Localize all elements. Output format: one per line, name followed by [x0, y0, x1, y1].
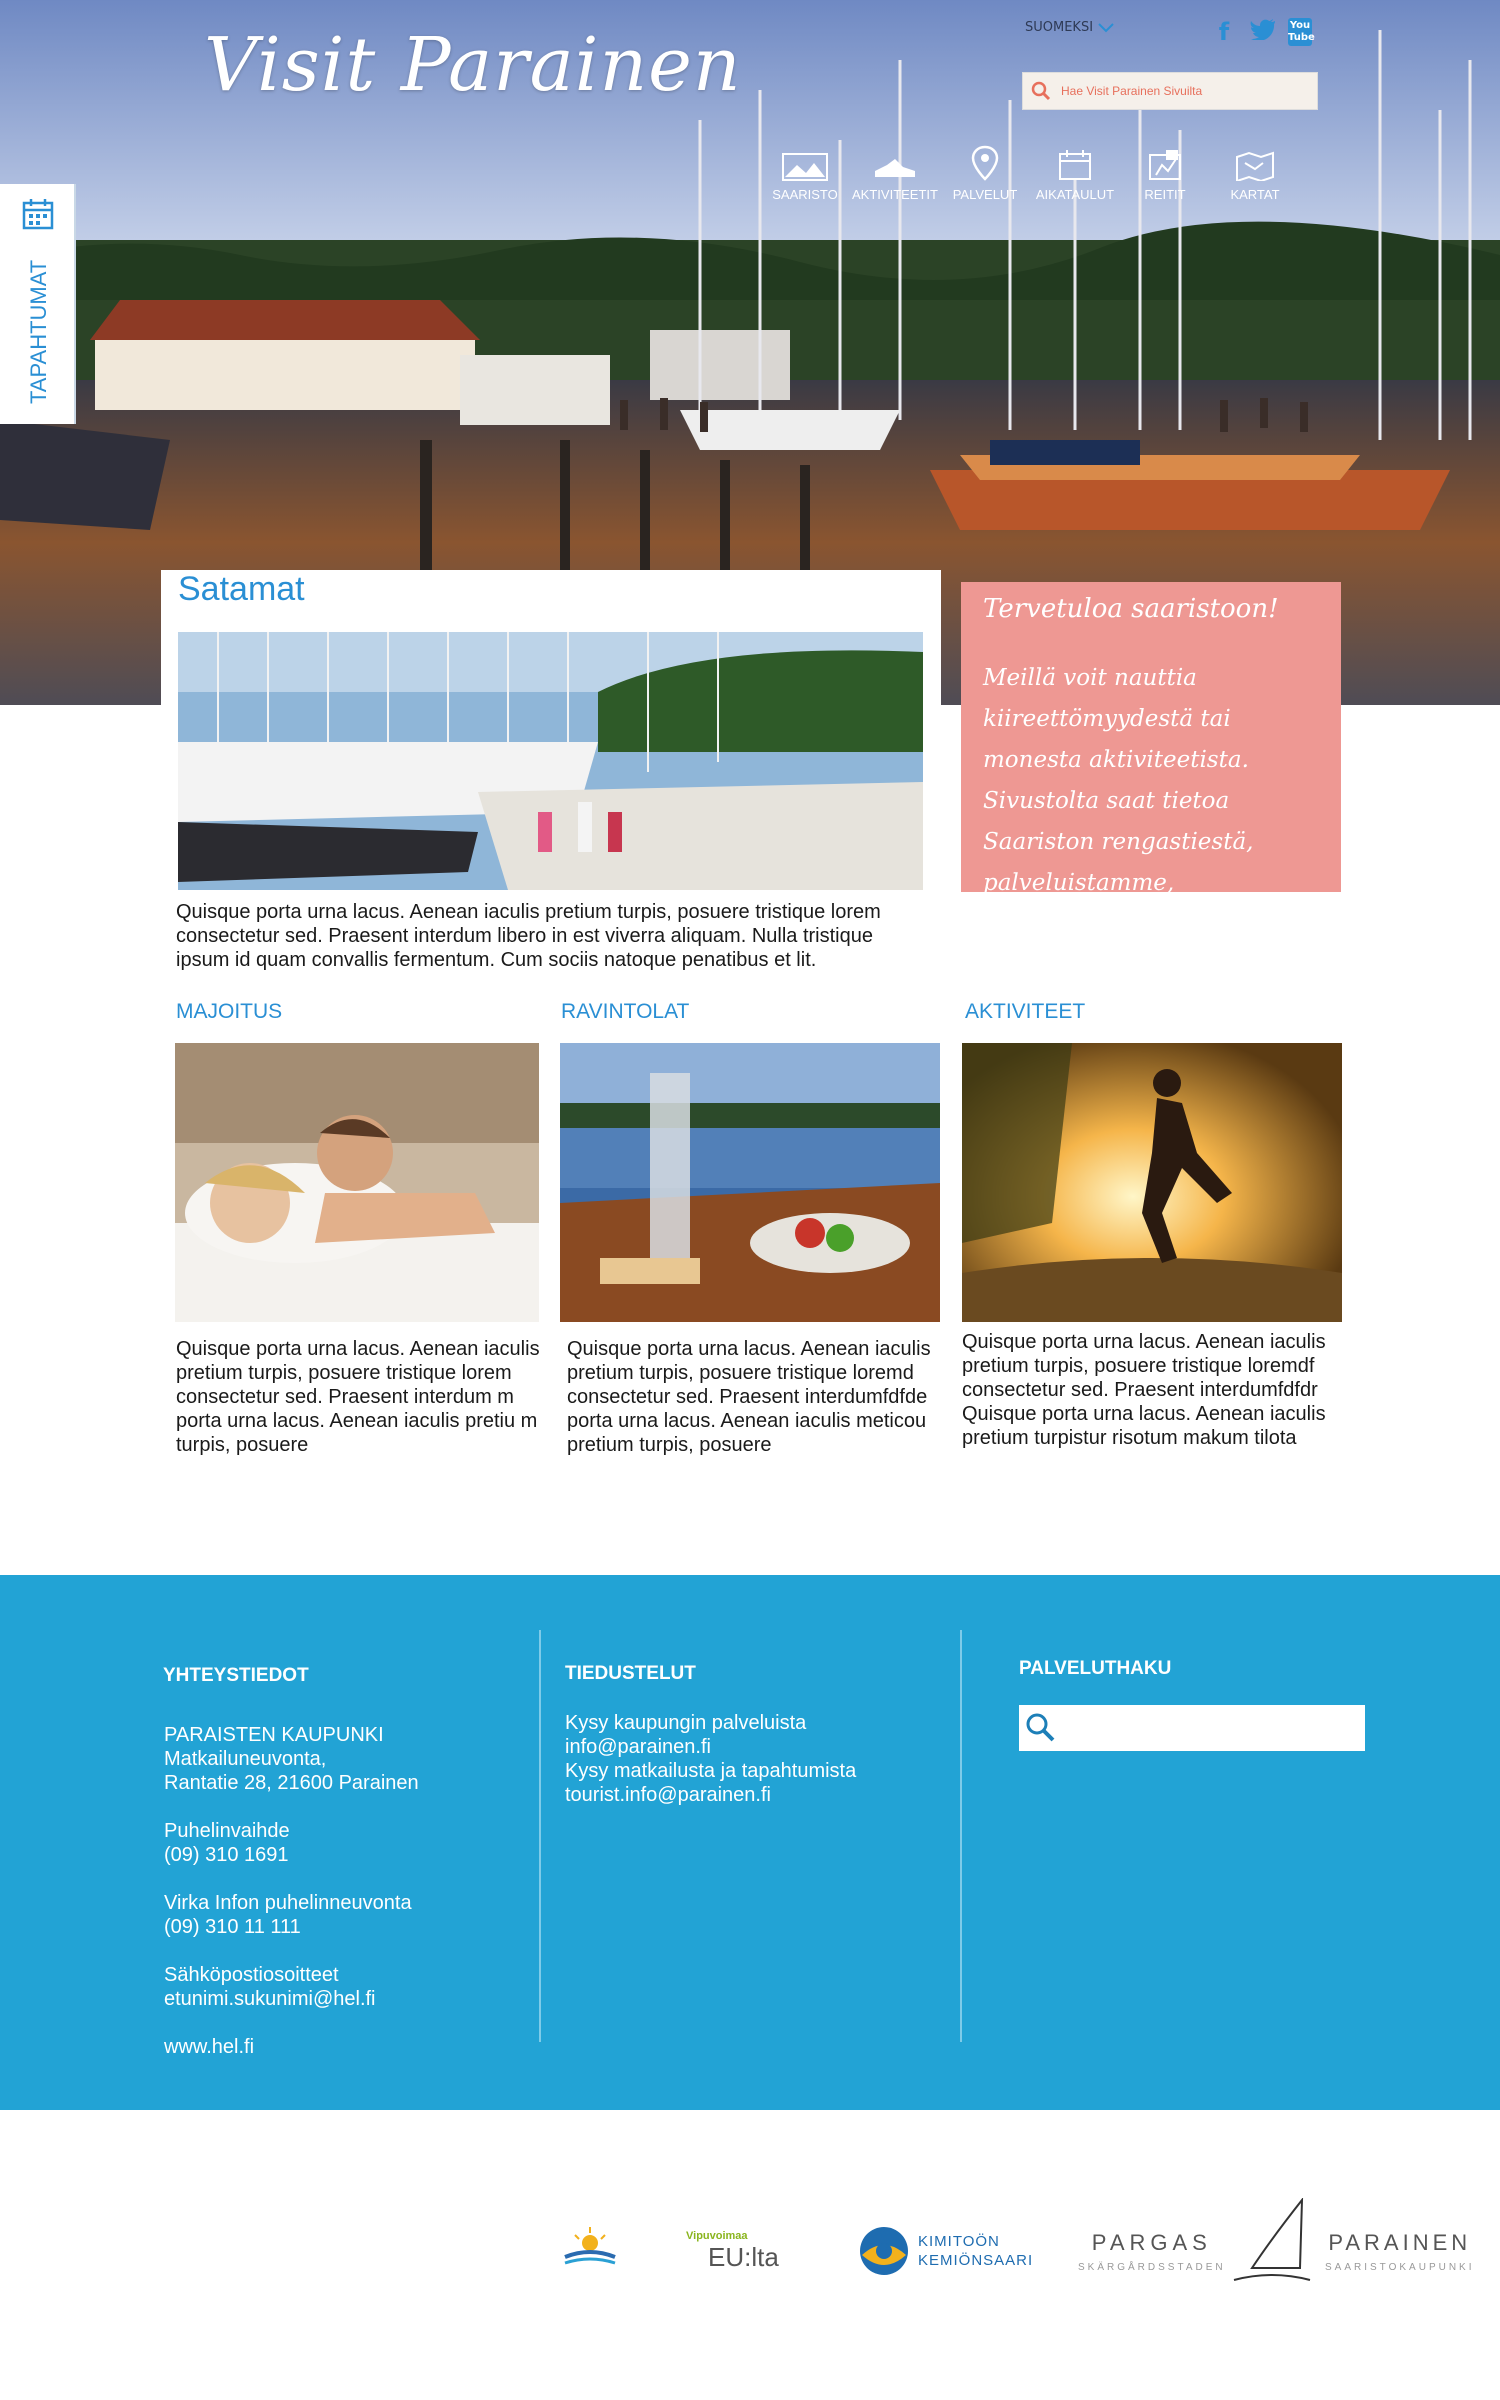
eu-logo-top: Vipuvoimaa: [686, 2230, 748, 2242]
partner-logos: Vipuvoimaa EU:lta KIMITOÖN KEMIÖNSAARI P…: [0, 2110, 1500, 2400]
pargas-logo[interactable]: PARGAS SKÄRGÅRDSSTADEN: [1078, 2230, 1226, 2273]
social-links: f You Tube: [1212, 18, 1315, 46]
events-tab-label: TAPAHTUMAT: [26, 259, 51, 404]
section-link-ravintolat[interactable]: RAVINTOLAT: [561, 1000, 689, 1024]
calendar-icon: [22, 199, 54, 230]
events-side-tab[interactable]: TAPAHTUMAT: [0, 184, 76, 424]
pargas-line-2: SKÄRGÅRDSSTADEN: [1078, 2262, 1226, 2273]
nav-item-saaristo[interactable]: SAARISTO: [760, 145, 850, 202]
welcome-box: Tervetuloa saaristoon! Meillä voit nautt…: [961, 582, 1341, 1019]
facebook-icon[interactable]: f: [1212, 18, 1236, 46]
kimito-line-1: KIMITOÖN: [918, 2233, 1000, 2250]
parainen-logo[interactable]: PARAINEN SAARISTOKAUPUNKI: [1325, 2230, 1475, 2273]
ravintolat-photo[interactable]: [560, 1043, 940, 1322]
nav-item-aktiviteetit[interactable]: AKTIVITEETIT: [850, 145, 940, 202]
contact-virka: Virka Infon puhelinneuvonta (09) 310 11 …: [164, 1892, 412, 1938]
site-logo[interactable]: Visit Parainen: [204, 22, 742, 108]
footer-divider: [539, 1630, 541, 2042]
sun-logo[interactable]: [555, 2225, 625, 2275]
majoitus-photo[interactable]: [175, 1043, 539, 1322]
sail-icon: [1233, 2198, 1311, 2281]
nav-label: PALVELUT: [952, 187, 1018, 202]
eu-logo-main: EU:lta: [708, 2242, 779, 2272]
feature-text: Quisque porta urna lacus. Aenean iaculis…: [176, 901, 881, 971]
youtube-icon[interactable]: You Tube: [1288, 18, 1315, 46]
inquiries-text[interactable]: Kysy kaupungin palveluista info@parainen…: [565, 1711, 856, 1807]
contact-address: PARAISTEN KAUPUNKI Matkailuneuvonta, Ran…: [164, 1724, 419, 1794]
majoitus-text: Quisque porta urna lacus. Aenean iaculis…: [176, 1338, 540, 1456]
calendar-icon: [1030, 145, 1120, 181]
search-icon[interactable]: [1019, 1706, 1063, 1750]
contact-web-link[interactable]: www.hel.fi: [164, 2035, 254, 2059]
pargas-line-1: PARGAS: [1091, 2230, 1212, 2255]
service-search-heading: PALVELUTHAKU: [1019, 1658, 1172, 1679]
contact-switchboard: Puhelinvaihde (09) 310 1691: [164, 1820, 290, 1866]
nav-label: REITIT: [1144, 187, 1186, 202]
kimito-logo[interactable]: KIMITOÖN KEMIÖNSAARI: [858, 2225, 1033, 2277]
footer: YHTEYSTIEDOT PARAISTEN KAUPUNKI Matkailu…: [0, 1575, 1500, 2110]
search-icon[interactable]: [1023, 73, 1059, 109]
twitter-icon[interactable]: [1250, 18, 1275, 46]
feature-title[interactable]: Satamat: [178, 570, 305, 609]
aktiviteet-photo[interactable]: [962, 1043, 1342, 1322]
shoe-icon: [850, 145, 940, 181]
section-link-aktiviteet[interactable]: AKTIVITEET: [965, 1000, 1085, 1024]
footer-divider: [960, 1630, 962, 2042]
kimito-line-2: KEMIÖNSAARI: [918, 2252, 1034, 2269]
map-icon: [1210, 145, 1300, 181]
chevron-down-icon: [1098, 22, 1114, 32]
location-pin-icon: [940, 145, 1030, 181]
welcome-title: Tervetuloa saaristoon!: [983, 594, 1279, 624]
ravintolat-text: Quisque porta urna lacus. Aenean iaculis…: [567, 1338, 931, 1456]
section-link-majoitus[interactable]: MAJOITUS: [176, 1000, 282, 1024]
main-nav: SAARISTO AKTIVITEETIT PALVELUT AIKATAULU…: [760, 145, 1300, 202]
language-selector[interactable]: SUOMEKSI: [1025, 20, 1115, 35]
nav-item-aikataulut[interactable]: AIKATAULUT: [1030, 145, 1120, 202]
nav-label: SAARISTO: [772, 187, 838, 202]
nav-label: KARTAT: [1230, 187, 1280, 202]
route-icon: [1120, 145, 1210, 181]
search-input[interactable]: [1059, 83, 1303, 99]
nav-item-palvelut[interactable]: PALVELUT: [940, 145, 1030, 202]
eu-logo[interactable]: Vipuvoimaa EU:lta: [686, 2230, 779, 2273]
contact-heading: YHTEYSTIEDOT: [163, 1665, 309, 1686]
nav-label: AKTIVITEETIT: [852, 187, 938, 202]
island-icon: [760, 145, 850, 181]
service-search-input[interactable]: [1063, 1709, 1357, 1747]
language-label: SUOMEKSI: [1025, 20, 1094, 35]
inquiries-heading: TIEDUSTELUT: [565, 1663, 696, 1684]
welcome-body: Meillä voit nauttia kiireettömyydestä ta…: [983, 665, 1303, 1019]
site-search[interactable]: [1022, 72, 1318, 110]
nav-label: AIKATAULUT: [1035, 187, 1115, 202]
aktiviteet-text: Quisque porta urna lacus. Aenean iaculis…: [962, 1331, 1326, 1449]
nav-item-reitit[interactable]: REITIT: [1120, 145, 1210, 202]
nav-item-kartat[interactable]: KARTAT: [1210, 145, 1300, 202]
parainen-line-2: SAARISTOKAUPUNKI: [1325, 2262, 1475, 2273]
service-search[interactable]: [1019, 1705, 1365, 1751]
contact-email[interactable]: Sähköpostiosoitteet etunimi.sukunimi@hel…: [164, 1963, 376, 2011]
marina-photo[interactable]: [178, 632, 923, 890]
parainen-line-1: PARAINEN: [1328, 2230, 1472, 2255]
